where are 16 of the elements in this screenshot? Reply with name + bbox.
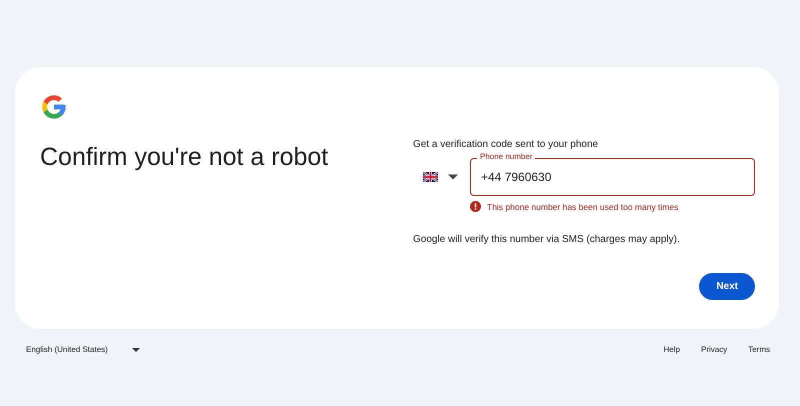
language-selector[interactable]: English (United States) xyxy=(26,341,140,358)
footer-link[interactable]: Help xyxy=(664,341,680,358)
caret-icon xyxy=(132,348,140,352)
footer-link[interactable]: Privacy xyxy=(700,341,728,358)
info-text: Google will verify this number via SMS (charges may apply). xyxy=(413,234,681,245)
field-label: Phone number xyxy=(477,152,536,162)
error-message: This phone number has been used too many times xyxy=(487,202,678,212)
footer-link[interactable]: Terms xyxy=(748,341,770,358)
page-title: Confirm you're not a robot xyxy=(40,143,330,172)
logo-icon xyxy=(40,93,68,121)
flag-icon xyxy=(423,172,438,182)
next-button[interactable]: Next xyxy=(699,273,755,300)
phone-number-field[interactable]: +44 7960630 xyxy=(470,158,755,196)
prompt-text: Get a verification code sent to your phone xyxy=(413,139,600,150)
error-icon xyxy=(470,201,481,212)
caret-icon xyxy=(448,174,458,180)
